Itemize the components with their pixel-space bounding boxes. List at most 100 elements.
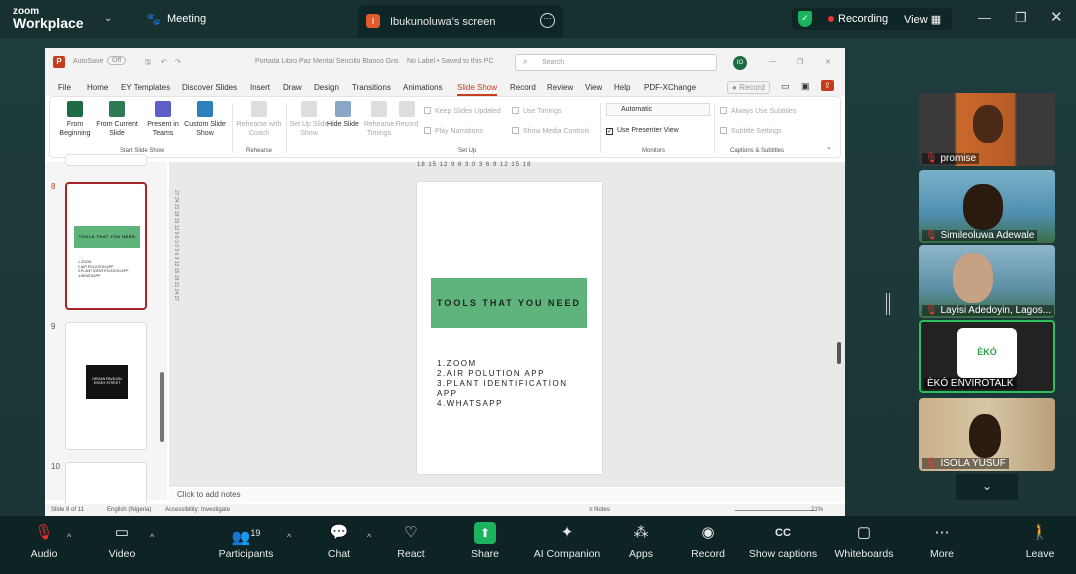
- rehearse-coach-button[interactable]: Rehearse with Coach: [236, 101, 282, 138]
- panel-resize-handle[interactable]: [886, 293, 890, 315]
- undo-icon[interactable]: ↶: [161, 58, 167, 66]
- save-icon[interactable]: 🖫: [145, 58, 151, 69]
- slide-thumbnail-8[interactable]: TOOLS THAT YOU NEED 1.ZOOM 2.AIR POLUTIO…: [65, 182, 147, 310]
- show-media-checkbox[interactable]: Show Media Controls: [512, 127, 590, 135]
- recording-label[interactable]: Recording: [838, 13, 888, 25]
- more-options-icon[interactable]: ···: [540, 13, 555, 28]
- expand-gallery-button[interactable]: ⌄: [956, 474, 1018, 500]
- more-button[interactable]: ⋯ More: [926, 522, 958, 560]
- zoom-slider[interactable]: [735, 510, 815, 511]
- audio-button[interactable]: 🎙 Audio: [28, 522, 60, 560]
- menu-review[interactable]: Review: [547, 83, 573, 92]
- status-language[interactable]: English (Nigeria): [107, 507, 151, 513]
- zoom-level[interactable]: 21%: [811, 507, 823, 513]
- menu-animations[interactable]: Animations: [403, 83, 443, 92]
- chevron-up-icon[interactable]: ^: [287, 532, 291, 542]
- current-slide[interactable]: TOOLS THAT YOU NEED 1.ZOOM 2.AIR POLUTIO…: [417, 182, 602, 474]
- from-beginning-button[interactable]: From Beginning: [52, 101, 98, 138]
- whiteboards-button[interactable]: ▢ Whiteboards: [832, 522, 896, 560]
- presenter-view-checkbox[interactable]: ✓ Use Presenter View: [606, 127, 679, 135]
- subtitle-settings-button[interactable]: Subtitle Settings: [720, 127, 782, 135]
- record-button[interactable]: ◉ Record: [690, 522, 726, 560]
- thumbnails-scrollbar[interactable]: [160, 372, 164, 442]
- participant-tile[interactable]: 🎙 Layisi Adedoyin, Lagos...: [919, 245, 1055, 318]
- slide-thumbnail-9[interactable]: ORGAN PAVILION ESSEX STREET: [65, 322, 147, 450]
- react-button[interactable]: ♡ React: [394, 522, 428, 560]
- monitor-select[interactable]: Automatic: [606, 103, 710, 116]
- menu-pdf-xchange[interactable]: PDF-XChange: [644, 83, 696, 92]
- keep-updated-checkbox[interactable]: Keep Slides Updated: [424, 107, 501, 115]
- menu-view[interactable]: View: [585, 83, 602, 92]
- participants-button[interactable]: 👥19 Participants: [218, 522, 274, 560]
- participant-tile[interactable]: 🎙 promise: [919, 93, 1055, 166]
- video-button[interactable]: ▭ Video: [106, 522, 138, 560]
- apps-button[interactable]: ⁂ Apps: [626, 522, 656, 560]
- participant-name-text: ISOLA YUSUF: [940, 458, 1006, 469]
- close-icon[interactable]: ✕: [1050, 8, 1063, 26]
- slide-thumbnail-7[interactable]: [65, 154, 147, 166]
- record-slide-button[interactable]: Record: [384, 101, 430, 129]
- doc-title: Portada Libro Paz Mental Sencillo Blanco…: [255, 58, 399, 65]
- logo-line2: Workplace: [13, 15, 84, 31]
- hide-slide-label: Hide Slide: [327, 121, 359, 128]
- notes-toggle[interactable]: ≡ Notes: [589, 507, 610, 513]
- custom-show-button[interactable]: Custom Slide Show: [182, 101, 228, 138]
- menu-home[interactable]: Home: [87, 83, 108, 92]
- restore-icon[interactable]: ❐: [797, 58, 803, 66]
- shared-screen-tab[interactable]: I Ibukunoluwa's screen ···: [358, 5, 563, 38]
- chat-button[interactable]: 💬 Chat: [324, 522, 354, 560]
- participant-tile[interactable]: 🎙 ISOLA YUSUF: [919, 398, 1055, 471]
- shield-check-icon[interactable]: ✓: [798, 11, 812, 27]
- always-subtitles-checkbox[interactable]: Always Use Subtitles: [720, 107, 796, 115]
- chevron-up-icon[interactable]: ^: [367, 532, 371, 542]
- menu-record[interactable]: Record: [510, 83, 536, 92]
- slide-bullet-list[interactable]: 1.ZOOM 2.AIR POLUTION APP 3.PLANT IDENTI…: [437, 359, 577, 409]
- minimize-icon[interactable]: —: [978, 10, 991, 25]
- present-icon[interactable]: ▣: [801, 81, 810, 92]
- menu-draw[interactable]: Draw: [283, 83, 302, 92]
- share-icon[interactable]: ⇪: [821, 80, 834, 91]
- status-accessibility[interactable]: Accessibility: Investigate: [165, 507, 230, 513]
- show-captions-button[interactable]: CC Show captions: [746, 522, 820, 560]
- leave-button[interactable]: 🚶 Leave: [1024, 522, 1056, 560]
- chevron-up-icon[interactable]: ^: [150, 532, 154, 542]
- menu-file[interactable]: File: [58, 83, 71, 92]
- audio-label: Audio: [30, 548, 58, 560]
- canvas-scrollbar[interactable]: [837, 342, 841, 364]
- play-narrations-checkbox[interactable]: Play Narrations: [424, 127, 483, 135]
- ai-companion-button[interactable]: ✦ AI Companion: [532, 522, 602, 560]
- slide-title[interactable]: TOOLS THAT YOU NEED: [431, 278, 587, 328]
- chevron-down-icon[interactable]: ⌄: [104, 13, 112, 24]
- redo-icon[interactable]: ↷: [175, 58, 181, 66]
- participant-tile-active-speaker[interactable]: ÈKÓ ÈKÓ ENVIROTALK: [919, 320, 1055, 393]
- menu-design[interactable]: Design: [314, 83, 339, 92]
- present-teams-button[interactable]: Present in Teams: [140, 101, 186, 138]
- menu-transitions[interactable]: Transitions: [352, 83, 391, 92]
- ppt-user-avatar[interactable]: IO: [733, 56, 747, 70]
- participant-name-text: promise: [940, 153, 977, 164]
- restore-icon[interactable]: ❐: [1015, 10, 1027, 26]
- chevron-up-icon[interactable]: ^: [67, 532, 71, 542]
- from-current-button[interactable]: From Current Slide: [94, 101, 140, 138]
- use-timings-checkbox[interactable]: Use Timings: [512, 107, 562, 115]
- sharer-avatar: I: [366, 14, 380, 28]
- share-screen-icon: ⬆: [474, 522, 496, 544]
- ppt-search-input[interactable]: Search: [515, 54, 717, 71]
- menu-slide-show[interactable]: Slide Show: [457, 83, 498, 96]
- menu-help[interactable]: Help: [614, 83, 630, 92]
- menu-ey-templates[interactable]: EY Templates: [121, 83, 170, 92]
- menu-insert[interactable]: Insert: [250, 83, 270, 92]
- notes-field[interactable]: Click to add notes: [169, 488, 845, 502]
- collapse-ribbon-icon[interactable]: ⌄: [826, 143, 832, 151]
- autosave-toggle[interactable]: Off: [107, 56, 127, 65]
- hide-slide-icon: [335, 101, 351, 117]
- close-icon[interactable]: ✕: [825, 58, 831, 66]
- minimize-icon[interactable]: —: [769, 58, 776, 65]
- view-button[interactable]: View ▦: [904, 13, 941, 26]
- ppt-record-button[interactable]: ● Record: [727, 81, 770, 94]
- share-button[interactable]: ⬆ Share: [468, 522, 502, 560]
- participant-tile[interactable]: 🎙 Simileoluwa Adewale: [919, 170, 1055, 243]
- comments-icon[interactable]: ▭: [781, 81, 790, 92]
- menu-discover-slides[interactable]: Discover Slides: [182, 83, 237, 92]
- meeting-button[interactable]: 🐾 Meeting: [146, 12, 206, 26]
